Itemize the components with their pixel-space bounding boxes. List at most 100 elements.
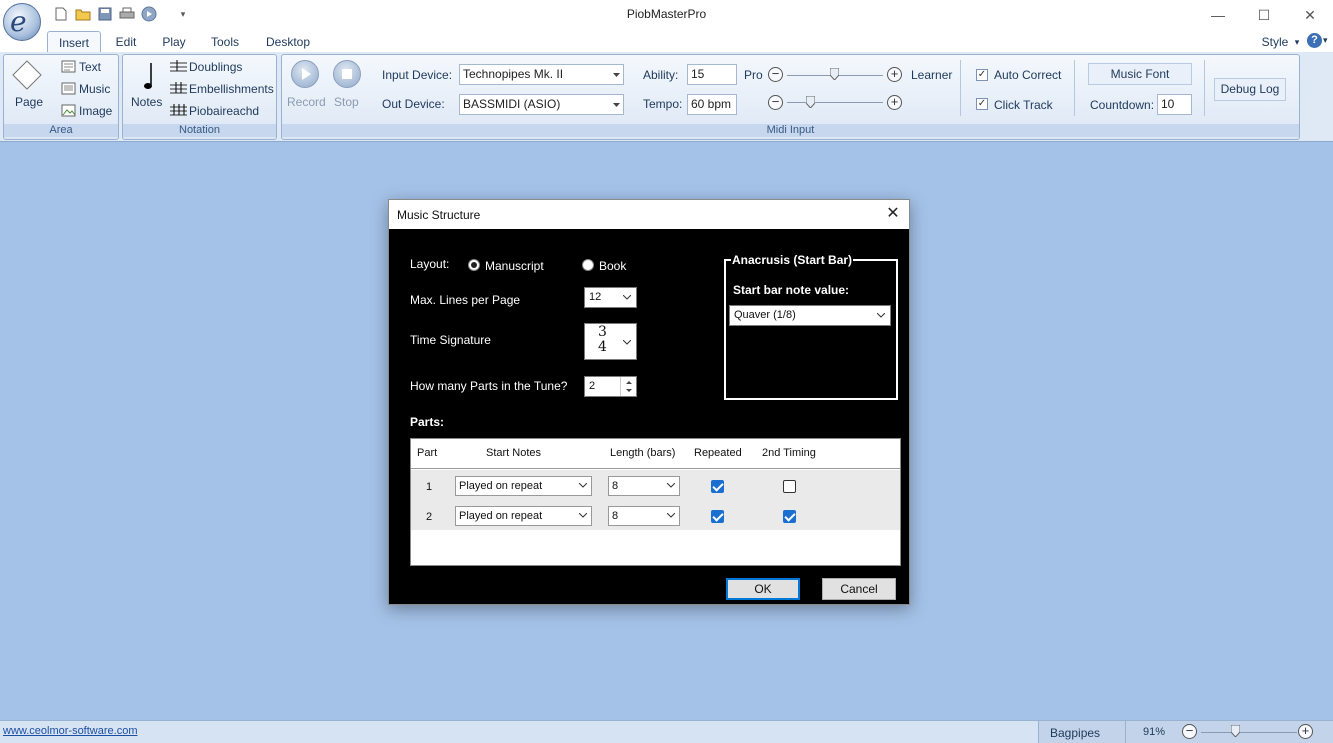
tab-tools[interactable]: Tools — [203, 31, 247, 53]
parts-count-value: 2 — [589, 380, 596, 392]
parts-label: Parts: — [410, 415, 445, 429]
app-logo-icon: e — [10, 5, 27, 38]
doublings-button[interactable]: Doublings — [189, 60, 242, 74]
tempo-input[interactable]: 60 bpm — [687, 94, 737, 115]
input-device-select[interactable]: Technopipes Mk. II — [459, 64, 624, 85]
tempo-slider-track[interactable] — [787, 102, 883, 103]
out-device-select[interactable]: BASSMIDI (ASIO) — [459, 94, 624, 115]
maximize-button[interactable]: ☐ — [1241, 0, 1287, 30]
second-timing-checkbox[interactable] — [783, 510, 796, 523]
out-device-label: Out Device: — [382, 97, 445, 111]
image-area-icon — [61, 104, 76, 117]
tab-play[interactable]: Play — [156, 31, 192, 53]
music-button[interactable]: Music — [79, 82, 110, 96]
parts-count-spinner[interactable]: 2 — [584, 376, 637, 397]
repeated-checkbox[interactable] — [711, 480, 724, 493]
click-track-checkbox[interactable]: ✓ — [976, 98, 988, 110]
book-label[interactable]: Book — [599, 259, 626, 273]
ability-decrease-icon[interactable]: − — [768, 67, 783, 82]
length-value: 8 — [612, 510, 619, 522]
window-title: PiobMasterPro — [626, 7, 707, 21]
tab-edit[interactable]: Edit — [108, 31, 144, 53]
status-bar: www.ceolmor-software.com Bagpipes 91% − … — [0, 720, 1333, 743]
style-menu[interactable]: Style — [1258, 31, 1292, 53]
dialog-close-icon[interactable]: ✕ — [881, 203, 905, 225]
embellishments-icon — [170, 81, 187, 96]
start-notes-select[interactable]: Played on repeat — [455, 476, 592, 496]
zoom-slider-thumb[interactable] — [1230, 724, 1241, 738]
ability-increase-icon[interactable]: + — [887, 67, 902, 82]
record-button[interactable]: Record — [287, 95, 326, 109]
help-dropdown-icon[interactable]: ▾ — [1323, 35, 1328, 46]
length-select[interactable]: 8 — [608, 506, 680, 526]
tempo-decrease-icon[interactable]: − — [768, 95, 783, 110]
start-bar-note-select[interactable]: Quaver (1/8) — [729, 305, 891, 326]
stop-button[interactable]: Stop — [334, 95, 359, 109]
anacrusis-group — [724, 259, 898, 400]
close-button[interactable]: ✕ — [1287, 0, 1333, 30]
max-lines-label: Max. Lines per Page — [410, 293, 521, 307]
manuscript-label[interactable]: Manuscript — [485, 259, 544, 273]
spinner-arrows[interactable] — [620, 377, 636, 396]
column-header-second-timing: 2nd Timing — [762, 447, 816, 459]
countdown-input[interactable]: 10 — [1157, 94, 1192, 115]
tempo-increase-icon[interactable]: + — [887, 95, 902, 110]
tempo-slider-thumb[interactable] — [805, 95, 816, 109]
max-lines-value: 12 — [589, 291, 602, 303]
learner-label: Learner — [911, 68, 953, 82]
notes-button[interactable]: Notes — [131, 95, 162, 109]
row-part-number: 2 — [426, 511, 433, 523]
time-signature-select[interactable]: 3 4 — [584, 323, 637, 360]
image-button[interactable]: Image — [79, 104, 112, 118]
ability-slider-thumb[interactable] — [829, 67, 840, 81]
music-area-icon — [61, 82, 76, 95]
layout-label: Layout: — [410, 257, 450, 271]
debug-log-button[interactable]: Debug Log — [1214, 78, 1286, 101]
website-link[interactable]: www.ceolmor-software.com — [3, 725, 137, 737]
dialog-title-bar: Music Structure ✕ — [389, 200, 909, 229]
anacrusis-title: Anacrusis (Start Bar) — [731, 253, 854, 267]
zoom-out-icon[interactable]: − — [1182, 724, 1197, 739]
ok-button[interactable]: OK — [726, 578, 800, 600]
length-select[interactable]: 8 — [608, 476, 680, 496]
help-icon[interactable]: ? — [1307, 33, 1322, 48]
text-area-icon — [61, 60, 76, 73]
minimize-icon: — — [1211, 7, 1225, 23]
cancel-button[interactable]: Cancel — [822, 578, 896, 600]
separator — [1204, 60, 1205, 116]
input-device-value: Technopipes Mk. II — [463, 67, 564, 81]
tempo-label: Tempo: — [643, 97, 683, 111]
auto-correct-checkbox[interactable]: ✓ — [976, 69, 988, 81]
status-right-panel: Bagpipes 91% − + — [1038, 721, 1333, 743]
tab-desktop[interactable]: Desktop — [260, 31, 316, 53]
zoom-slider-track[interactable] — [1201, 732, 1297, 733]
embellishments-button[interactable]: Embellishments — [189, 82, 274, 96]
text-button[interactable]: Text — [79, 60, 101, 74]
page-button[interactable]: Page — [15, 95, 43, 109]
time-signature-value: 3 4 — [598, 325, 607, 355]
note-icon — [142, 61, 156, 91]
minimize-button[interactable]: — — [1195, 0, 1241, 30]
piobaireachd-button[interactable]: Piobaireachd — [189, 104, 259, 118]
start-notes-value: Played on repeat — [459, 510, 543, 522]
stop-button-icon[interactable] — [333, 60, 361, 88]
area-group-label: Area — [4, 124, 118, 137]
manuscript-radio[interactable] — [468, 259, 480, 271]
zoom-in-icon[interactable]: + — [1298, 724, 1313, 739]
max-lines-select[interactable]: 12 — [584, 287, 637, 308]
start-bar-note-value: Quaver (1/8) — [734, 309, 796, 321]
second-timing-checkbox[interactable] — [783, 480, 796, 493]
book-radio[interactable] — [582, 259, 594, 271]
application-menu-button[interactable]: e — [3, 3, 41, 41]
separator — [1125, 721, 1126, 743]
ability-input[interactable]: 15 — [687, 64, 737, 85]
instrument-label[interactable]: Bagpipes — [1050, 726, 1100, 740]
countdown-label: Countdown: — [1090, 98, 1155, 112]
record-button-icon[interactable] — [291, 60, 319, 88]
repeated-checkbox[interactable] — [711, 510, 724, 523]
start-notes-select[interactable]: Played on repeat — [455, 506, 592, 526]
music-font-button[interactable]: Music Font — [1088, 63, 1192, 85]
style-dropdown-icon[interactable]: ▾ — [1291, 31, 1303, 53]
tab-insert[interactable]: Insert — [47, 31, 101, 53]
maximize-icon: ☐ — [1257, 6, 1271, 23]
